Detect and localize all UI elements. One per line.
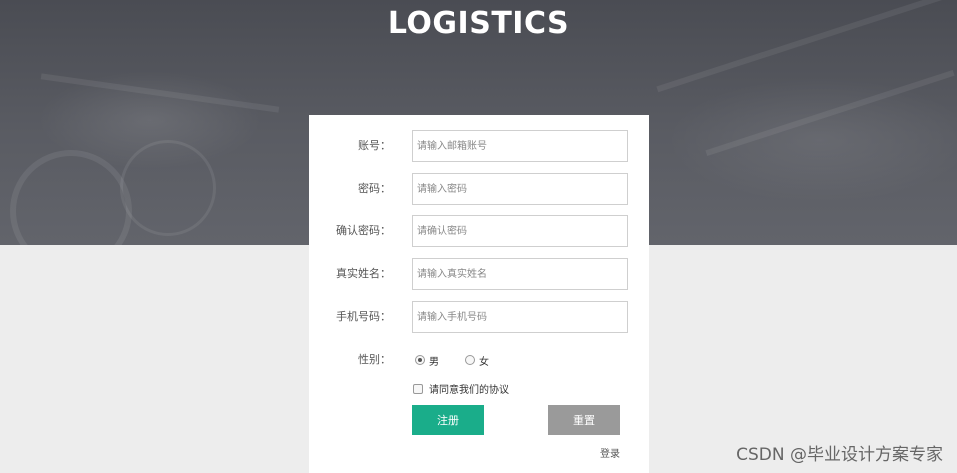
agree-label: 请同意我们的协议 [429, 385, 509, 396]
confirm-password-label: 确认密码： [336, 224, 391, 237]
phone-label: 手机号码： [336, 310, 391, 323]
hero-decoration [705, 69, 955, 157]
real-name-input[interactable] [412, 258, 628, 290]
gender-male-label: 男 [429, 356, 439, 368]
password-row: 密码： [309, 173, 649, 205]
password-input[interactable] [412, 173, 628, 205]
password-label: 密码： [358, 182, 391, 195]
gender-female-label: 女 [479, 356, 489, 368]
register-button[interactable]: 注册 [412, 405, 484, 435]
account-row: 账号： [309, 130, 649, 162]
register-page: LOGISTICS 账号： 密码： 确认密码： 真实姓名： 手机号码： 性别： [0, 0, 957, 473]
account-input[interactable] [412, 130, 628, 162]
phone-row: 手机号码： [309, 301, 649, 333]
app-title: LOGISTICS [387, 6, 570, 41]
confirm-password-input[interactable] [412, 215, 628, 247]
radio-male[interactable] [415, 355, 425, 365]
real-name-row: 真实姓名： [309, 258, 649, 290]
watermark-text: CSDN @毕业设计方案专家 [736, 445, 943, 465]
hero-decoration [120, 140, 216, 236]
gender-label: 性别： [358, 353, 391, 366]
agree-checkbox[interactable] [413, 383, 423, 394]
agree-checkbox-row[interactable]: 请同意我们的协议 [413, 381, 509, 396]
gender-radio-group: 男 女 [415, 352, 515, 368]
gender-option-female[interactable]: 女 [465, 353, 489, 368]
account-label: 账号： [358, 139, 391, 152]
confirm-password-row: 确认密码： [309, 215, 649, 247]
gender-row: 性别： 男 女 [309, 346, 649, 378]
login-link[interactable]: 登录 [600, 445, 620, 460]
real-name-label: 真实姓名： [336, 267, 391, 280]
hero-decoration [10, 150, 132, 245]
radio-female[interactable] [465, 355, 475, 365]
hero-decoration [40, 73, 280, 113]
register-form: 账号： 密码： 确认密码： 真实姓名： 手机号码： 性别： 男 [309, 115, 649, 473]
reset-button[interactable]: 重置 [548, 405, 620, 435]
phone-input[interactable] [412, 301, 628, 333]
gender-option-male[interactable]: 男 [415, 353, 439, 368]
